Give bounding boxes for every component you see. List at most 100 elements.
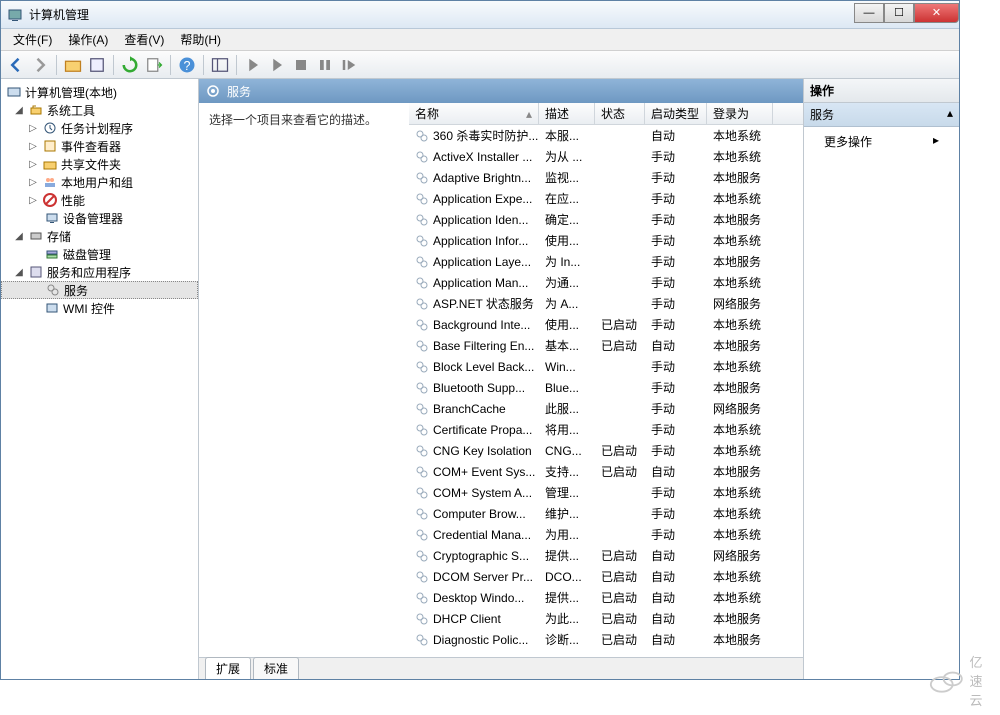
menu-help[interactable]: 帮助(H) bbox=[172, 29, 229, 50]
service-icon bbox=[415, 591, 429, 605]
col-desc[interactable]: 描述 bbox=[539, 103, 595, 124]
tree-svcapps[interactable]: ◢服务和应用程序 bbox=[1, 263, 198, 281]
service-icon bbox=[415, 360, 429, 374]
window-controls: — ☐ ✕ bbox=[854, 7, 959, 23]
tab-standard[interactable]: 标准 bbox=[253, 657, 299, 679]
menu-action[interactable]: 操作(A) bbox=[60, 29, 116, 50]
tree-diskmgmt[interactable]: 磁盘管理 bbox=[1, 245, 198, 263]
tree-tasksched[interactable]: ▷任务计划程序 bbox=[1, 119, 198, 137]
actions-header: 操作 bbox=[804, 79, 959, 103]
service-row[interactable]: ActiveX Installer ...为从 ...手动本地系统 bbox=[409, 146, 803, 167]
service-row[interactable]: DCOM Server Pr...DCO...已启动自动本地系统 bbox=[409, 566, 803, 587]
forward-button[interactable] bbox=[29, 54, 51, 76]
col-startup[interactable]: 启动类型 bbox=[645, 103, 707, 124]
actions-more[interactable]: 更多操作▸ bbox=[804, 127, 959, 156]
service-row[interactable]: Adaptive Brightn...监视...手动本地服务 bbox=[409, 167, 803, 188]
maximize-button[interactable]: ☐ bbox=[884, 3, 914, 23]
app-icon bbox=[7, 7, 23, 23]
actions-group[interactable]: 服务▴ bbox=[804, 103, 959, 127]
service-row[interactable]: Application Man...为通...手动本地系统 bbox=[409, 272, 803, 293]
service-icon bbox=[415, 633, 429, 647]
list-header[interactable]: 名称▴ 描述 状态 启动类型 登录为 bbox=[409, 103, 803, 125]
minimize-button[interactable]: — bbox=[854, 3, 884, 23]
panel-icon[interactable] bbox=[209, 54, 231, 76]
center-title: 服务 bbox=[227, 83, 251, 100]
actions-pane: 操作 服务▴ 更多操作▸ bbox=[804, 79, 959, 679]
service-row[interactable]: ASP.NET 状态服务为 A...手动网络服务 bbox=[409, 293, 803, 314]
properties-icon[interactable] bbox=[86, 54, 108, 76]
service-row[interactable]: 360 杀毒实时防护...本服...自动本地系统 bbox=[409, 125, 803, 146]
service-row[interactable]: CNG Key IsolationCNG...已启动手动本地系统 bbox=[409, 440, 803, 461]
stop-icon[interactable] bbox=[290, 54, 312, 76]
service-icon bbox=[415, 465, 429, 479]
refresh-icon[interactable] bbox=[119, 54, 141, 76]
service-row[interactable]: Application Infor...使用...手动本地系统 bbox=[409, 230, 803, 251]
service-icon bbox=[415, 423, 429, 437]
description-pane: 选择一个项目来查看它的描述。 bbox=[199, 103, 409, 657]
titlebar: 计算机管理 — ☐ ✕ bbox=[1, 1, 959, 29]
service-row[interactable]: Computer Brow...维护...手动本地系统 bbox=[409, 503, 803, 524]
service-icon bbox=[415, 297, 429, 311]
service-row[interactable]: Diagnostic Polic...诊断...已启动自动本地服务 bbox=[409, 629, 803, 650]
col-logon[interactable]: 登录为 bbox=[707, 103, 773, 124]
service-row[interactable]: COM+ Event Sys...支持...已启动自动本地服务 bbox=[409, 461, 803, 482]
service-icon bbox=[415, 150, 429, 164]
tree-eventviewer[interactable]: ▷事件查看器 bbox=[1, 137, 198, 155]
service-icon bbox=[415, 213, 429, 227]
tree-perf[interactable]: ▷性能 bbox=[1, 191, 198, 209]
service-row[interactable]: COM+ System A...管理...手动本地系统 bbox=[409, 482, 803, 503]
service-icon bbox=[415, 507, 429, 521]
tab-strip: 扩展 标准 bbox=[199, 657, 803, 679]
service-row[interactable]: Cryptographic S...提供...已启动自动网络服务 bbox=[409, 545, 803, 566]
tree-users[interactable]: ▷本地用户和组 bbox=[1, 173, 198, 191]
service-row[interactable]: Application Laye...为 In...手动本地服务 bbox=[409, 251, 803, 272]
service-icon bbox=[415, 381, 429, 395]
hint-text: 选择一个项目来查看它的描述。 bbox=[209, 111, 399, 128]
service-row[interactable]: Desktop Windo...提供...已启动自动本地系统 bbox=[409, 587, 803, 608]
close-button[interactable]: ✕ bbox=[914, 3, 959, 23]
service-icon bbox=[415, 129, 429, 143]
tab-extended[interactable]: 扩展 bbox=[205, 657, 251, 679]
service-icon bbox=[415, 570, 429, 584]
service-row[interactable]: Bluetooth Supp...Blue...手动本地服务 bbox=[409, 377, 803, 398]
pause-icon[interactable] bbox=[314, 54, 336, 76]
tree-devmgr[interactable]: 设备管理器 bbox=[1, 209, 198, 227]
tree-root[interactable]: 计算机管理(本地) bbox=[1, 83, 198, 101]
play2-icon[interactable] bbox=[266, 54, 288, 76]
play-icon[interactable] bbox=[242, 54, 264, 76]
svg-text:?: ? bbox=[184, 59, 191, 73]
service-row[interactable]: Certificate Propa...将用...手动本地系统 bbox=[409, 419, 803, 440]
back-button[interactable] bbox=[5, 54, 27, 76]
tree-services[interactable]: 服务 bbox=[1, 281, 198, 299]
tree-pane[interactable]: 计算机管理(本地) ◢系统工具 ▷任务计划程序 ▷事件查看器 ▷共享文件夹 ▷本… bbox=[1, 79, 199, 679]
col-name[interactable]: 名称▴ bbox=[409, 103, 539, 124]
service-row[interactable]: Base Filtering En...基本...已启动自动本地服务 bbox=[409, 335, 803, 356]
service-icon bbox=[415, 549, 429, 563]
tree-systools[interactable]: ◢系统工具 bbox=[1, 101, 198, 119]
service-row[interactable]: DHCP Client为此...已启动自动本地服务 bbox=[409, 608, 803, 629]
help-icon[interactable]: ? bbox=[176, 54, 198, 76]
service-icon bbox=[415, 528, 429, 542]
service-row[interactable]: Block Level Back...Win...手动本地系统 bbox=[409, 356, 803, 377]
col-status[interactable]: 状态 bbox=[595, 103, 645, 124]
services-list[interactable]: 名称▴ 描述 状态 启动类型 登录为 360 杀毒实时防护...本服...自动本… bbox=[409, 103, 803, 657]
menu-view[interactable]: 查看(V) bbox=[116, 29, 172, 50]
gear-icon bbox=[205, 83, 221, 99]
menubar: 文件(F) 操作(A) 查看(V) 帮助(H) bbox=[1, 29, 959, 51]
service-row[interactable]: Application Expe...在应...手动本地系统 bbox=[409, 188, 803, 209]
tree-storage[interactable]: ◢存储 bbox=[1, 227, 198, 245]
tree-wmi[interactable]: WMI 控件 bbox=[1, 299, 198, 317]
service-icon bbox=[415, 612, 429, 626]
service-row[interactable]: Background Inte...使用...已启动手动本地系统 bbox=[409, 314, 803, 335]
service-row[interactable]: BranchCache此服...手动网络服务 bbox=[409, 398, 803, 419]
service-icon bbox=[415, 171, 429, 185]
menu-file[interactable]: 文件(F) bbox=[5, 29, 60, 50]
center-pane: 服务 选择一个项目来查看它的描述。 名称▴ 描述 状态 启动类型 登录为 360… bbox=[199, 79, 804, 679]
tree-shared[interactable]: ▷共享文件夹 bbox=[1, 155, 198, 173]
folder-icon[interactable] bbox=[62, 54, 84, 76]
export-icon[interactable] bbox=[143, 54, 165, 76]
restart-icon[interactable] bbox=[338, 54, 360, 76]
service-icon bbox=[415, 339, 429, 353]
service-row[interactable]: Credential Mana...为用...手动本地系统 bbox=[409, 524, 803, 545]
service-row[interactable]: Application Iden...确定...手动本地服务 bbox=[409, 209, 803, 230]
